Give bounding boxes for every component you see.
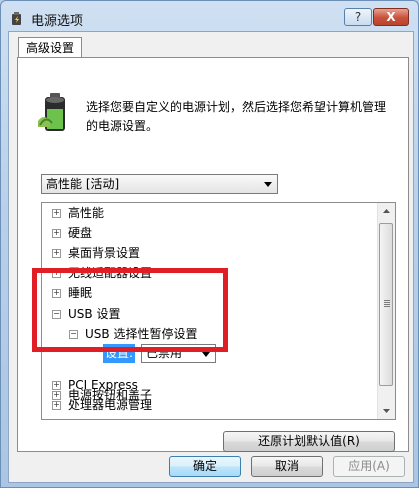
apply-button[interactable]: 应用(A)	[333, 456, 405, 477]
tree-item-label: 硬盘	[68, 226, 93, 240]
tab-advanced-settings[interactable]: 高级设置	[18, 37, 82, 58]
scrollbar-thumb[interactable]	[379, 223, 393, 386]
help-button[interactable]: ?	[344, 8, 372, 26]
chevron-down-icon	[202, 352, 210, 357]
setting-label: 设置:	[103, 344, 136, 363]
setting-value-dropdown[interactable]: 已禁用	[141, 344, 216, 363]
grip-icon	[384, 300, 390, 307]
tree-item-label: 睡眠	[68, 286, 93, 300]
power-options-window: 电源选项 ? X 高级设置 选择您要自定义的电源计划，然后选择您希望计算机管理的…	[0, 0, 419, 488]
power-plan-value: 高性能 [活动]	[46, 177, 120, 191]
scroll-up-icon[interactable]	[378, 203, 395, 220]
expand-icon[interactable]: +	[52, 269, 61, 278]
expand-icon[interactable]: +	[52, 391, 61, 400]
dialog-client: 高级设置 选择您要自定义的电源计划，然后选择您希望计算机管理的电源设置。 高性能…	[8, 31, 414, 483]
expand-icon[interactable]: +	[52, 229, 61, 238]
expand-icon[interactable]: +	[52, 289, 61, 298]
tree-item-label: 无线适配器设置	[68, 266, 153, 280]
scroll-down-icon[interactable]	[378, 402, 395, 419]
window-title: 电源选项	[31, 14, 84, 29]
close-button[interactable]: X	[373, 8, 409, 26]
usb-suspend-setting[interactable]: 设置: 已禁用	[103, 344, 216, 363]
tree-item-label: 桌面背景设置	[68, 246, 141, 260]
battery-icon	[38, 93, 65, 131]
tree-item-label: PCI Express	[68, 378, 138, 392]
tree-item-label: USB 设置	[68, 307, 121, 321]
collapse-icon[interactable]: −	[69, 330, 78, 339]
restore-defaults-button[interactable]: 还原计划默认值(R)	[223, 431, 395, 452]
tree-scrollbar[interactable]	[377, 203, 395, 419]
expand-icon[interactable]: +	[52, 249, 61, 258]
expand-icon[interactable]: +	[52, 401, 61, 410]
collapse-icon[interactable]: −	[52, 310, 61, 319]
ok-button[interactable]: 确定	[169, 456, 241, 477]
cancel-button[interactable]: 取消	[251, 456, 323, 477]
power-plan-dropdown[interactable]: 高性能 [活动]	[41, 174, 278, 194]
power-settings-tree[interactable]: + 高性能 + 硬盘 + 桌面背景设置 + 无线适配器设置 + 睡眠 − USB…	[41, 202, 396, 420]
expand-icon[interactable]: +	[52, 381, 61, 390]
expand-icon[interactable]: +	[52, 209, 61, 218]
intro-text: 选择您要自定义的电源计划，然后选择您希望计算机管理的电源设置。	[86, 100, 387, 133]
advanced-settings-panel: 选择您要自定义的电源计划，然后选择您希望计算机管理的电源设置。 高性能 [活动]…	[17, 57, 409, 452]
tree-item-label: 处理器电源管理	[68, 398, 153, 412]
tree-item-label: 高性能	[68, 206, 105, 220]
tree-item-label: USB 选择性暂停设置	[85, 327, 198, 341]
setting-value: 已禁用	[146, 346, 183, 360]
title-bar: 电源选项 ? X	[1, 1, 418, 35]
chevron-down-icon	[264, 182, 272, 187]
power-options-icon	[12, 12, 21, 25]
